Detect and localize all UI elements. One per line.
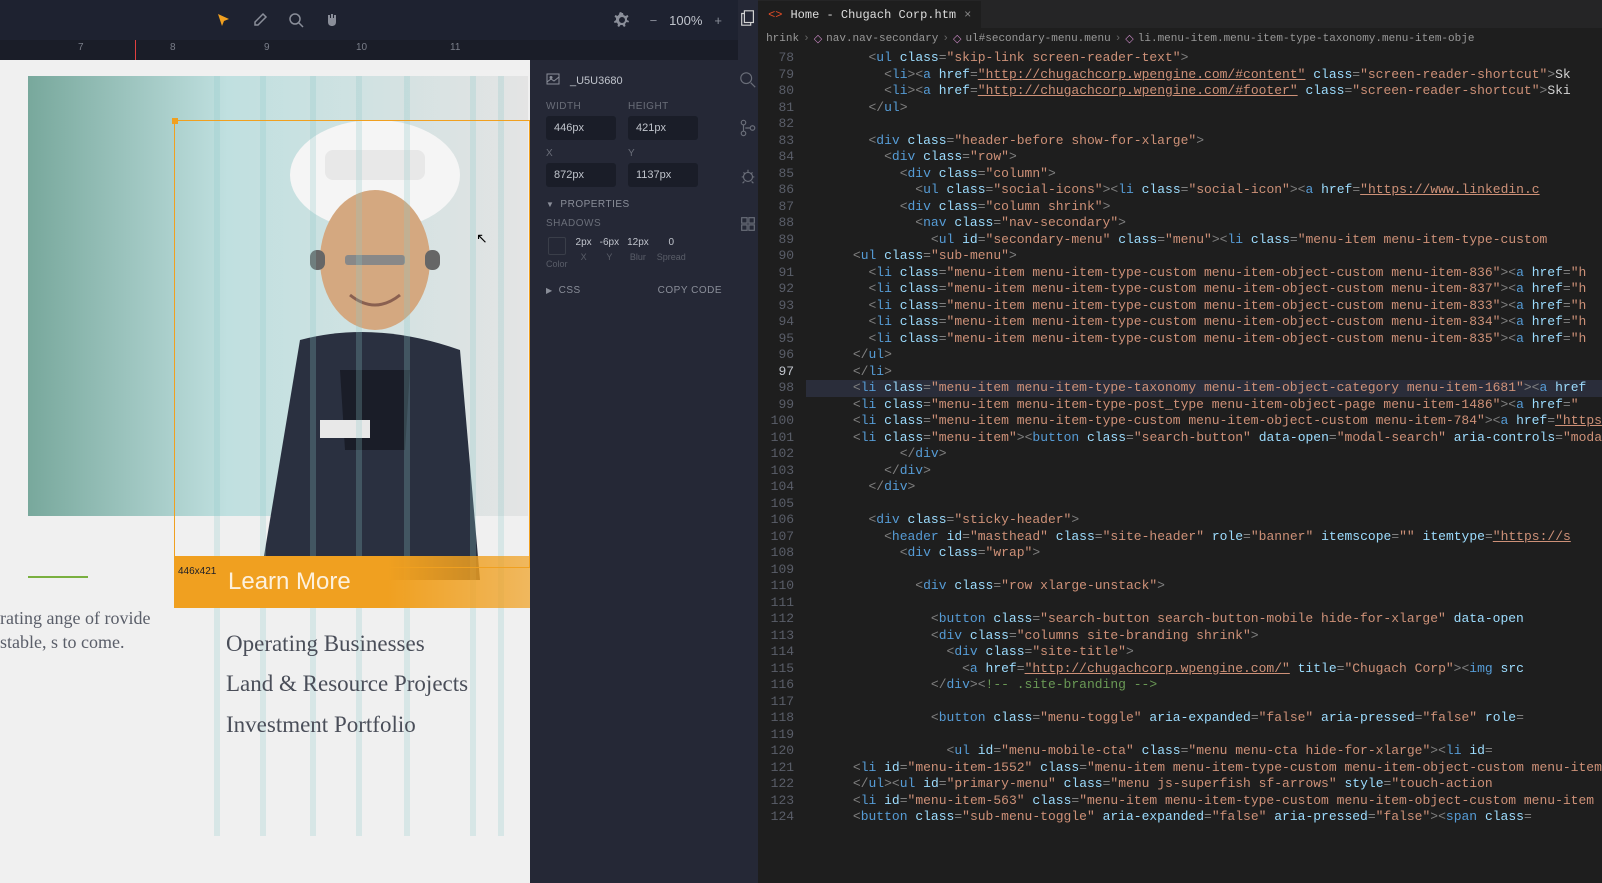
height-label: HEIGHT <box>628 101 698 112</box>
search-icon[interactable] <box>288 12 304 28</box>
files-icon[interactable] <box>738 8 758 28</box>
accent-line <box>28 576 88 578</box>
design-viewport[interactable]: Learn More 446x421 rating ange of rovide… <box>0 60 530 883</box>
zoom-level: 100% <box>669 13 702 28</box>
y-input[interactable] <box>628 163 698 187</box>
cta-button[interactable]: Learn More <box>174 556 530 608</box>
extensions-icon[interactable] <box>738 214 758 234</box>
toolbar: − 100% + <box>0 0 738 40</box>
ruler-mark: 9 <box>264 42 270 53</box>
code-editor: <> Home - Chugach Corp.htm × hrink › ◇na… <box>758 0 1602 883</box>
breadcrumb[interactable]: hrink › ◇nav.nav-secondary › ◇ul#seconda… <box>758 28 1602 50</box>
y-label: Y <box>628 148 698 159</box>
zoom-in-button[interactable]: + <box>714 13 722 28</box>
tab-item[interactable]: Investment Portfolio <box>226 705 468 745</box>
dimension-badge: 446x421 <box>174 564 220 579</box>
activity-bar <box>738 0 758 883</box>
properties-header: PROPERTIES <box>560 199 629 210</box>
zoom-out-button[interactable]: − <box>650 13 658 28</box>
code-content[interactable]: <ul class="skip-link screen-reader-text"… <box>806 50 1602 883</box>
chevron-down-icon[interactable]: ▼ <box>546 200 554 209</box>
image-icon <box>546 72 560 89</box>
body-copy: rating ange of rovide stable, s to come. <box>0 606 160 655</box>
editor-tab-bar: <> Home - Chugach Corp.htm × <box>758 0 1602 28</box>
line-gutter: 7879808182838485868788899091929394959697… <box>758 50 806 883</box>
eyedropper-icon[interactable] <box>252 12 268 28</box>
cta-label: Learn More <box>228 568 351 596</box>
x-input[interactable] <box>546 163 616 187</box>
pan-tool-icon[interactable] <box>324 12 340 28</box>
shadow-color-swatch[interactable] <box>548 237 566 255</box>
tab-item[interactable]: Land & Resource Projects <box>226 664 468 704</box>
html-file-icon: <> <box>768 8 782 22</box>
select-tool-icon[interactable] <box>216 12 232 28</box>
x-label: X <box>546 148 616 159</box>
design-panel: − 100% + 7 8 9 10 11 <box>0 0 738 883</box>
ruler-mark: 7 <box>78 42 84 53</box>
tab-title: Home - Chugach Corp.htm <box>790 8 956 22</box>
height-input[interactable] <box>628 116 698 140</box>
canvas[interactable]: Learn More 446x421 rating ange of rovide… <box>0 60 738 883</box>
shadows-label: SHADOWS <box>546 218 722 229</box>
search-icon[interactable] <box>738 70 758 90</box>
width-input[interactable] <box>546 116 616 140</box>
selection-box[interactable] <box>174 120 530 568</box>
ruler-mark: 10 <box>356 42 367 53</box>
css-header: CSS <box>559 285 581 296</box>
ruler-mark: 8 <box>170 42 176 53</box>
close-icon[interactable]: × <box>964 8 971 22</box>
inspector-panel: _U5U3680 WIDTH HEIGHT X Y <box>530 60 738 883</box>
playhead[interactable] <box>135 40 136 60</box>
editor-tab[interactable]: <> Home - Chugach Corp.htm × <box>758 1 981 28</box>
gear-icon[interactable] <box>614 12 630 28</box>
asset-name: _U5U3680 <box>570 75 623 87</box>
source-control-icon[interactable] <box>738 118 758 138</box>
debug-icon[interactable] <box>738 166 758 186</box>
chevron-right-icon[interactable]: ▶ <box>546 286 553 295</box>
ruler-mark: 11 <box>450 42 460 53</box>
mouse-cursor-icon: ↖ <box>476 230 488 247</box>
timeline-ruler[interactable]: 7 8 9 10 11 <box>0 40 738 60</box>
width-label: WIDTH <box>546 101 616 112</box>
tab-item[interactable]: Operating Businesses <box>226 624 468 664</box>
copy-code-button[interactable]: COPY CODE <box>658 285 722 296</box>
